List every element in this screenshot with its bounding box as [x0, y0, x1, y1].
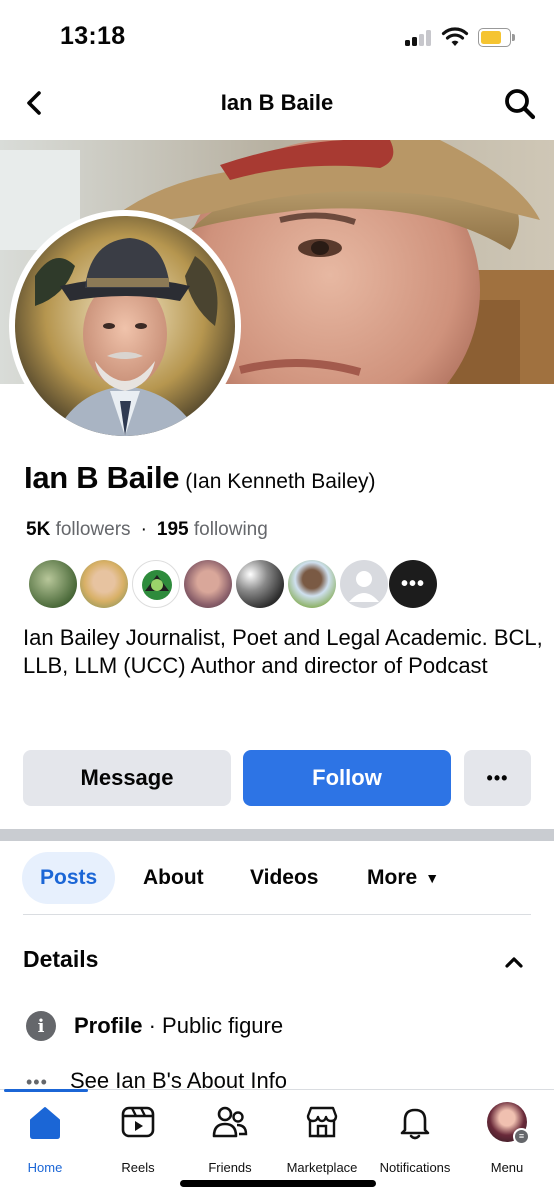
more-options-button[interactable]: •••: [464, 750, 531, 806]
marketplace-icon: [306, 1106, 338, 1138]
profile-name: Ian B Baile: [24, 460, 180, 495]
tab-about[interactable]: About: [143, 852, 204, 904]
tab-more-label: More: [367, 866, 418, 889]
chevron-up-icon[interactable]: [502, 950, 526, 974]
followers-link[interactable]: 5K followers: [26, 519, 131, 540]
follower-avatar[interactable]: [288, 560, 336, 608]
detail-profile-value: · Public figure: [148, 1013, 284, 1038]
follower-avatar[interactable]: [184, 560, 232, 608]
top-nav: Ian B Baile: [0, 72, 554, 138]
nav-friends-label: Friends: [208, 1160, 252, 1175]
nav-home-label: Home: [27, 1160, 63, 1175]
tabs-divider: [23, 914, 531, 915]
section-divider: [0, 829, 554, 841]
nav-reels-label: Reels: [121, 1160, 155, 1175]
profile-name-row: Ian B Baile (Ian Kenneth Bailey): [24, 460, 544, 496]
more-followers-button[interactable]: •••: [389, 560, 437, 608]
caret-down-icon: ▼: [425, 870, 440, 886]
follower-avatar-default[interactable]: [340, 560, 388, 608]
follower-avatars[interactable]: •••: [29, 560, 449, 608]
following-count: 195: [156, 519, 189, 540]
nav-reels[interactable]: Reels: [88, 1102, 188, 1175]
profile-alternate-name: (Ian Kenneth Bailey): [185, 470, 376, 493]
profile-tabs: Posts About Videos More ▼: [0, 852, 554, 904]
nav-home[interactable]: Home: [0, 1102, 95, 1175]
profile-bio: Ian Bailey Journalist, Poet and Legal Ac…: [23, 625, 543, 678]
follower-avatar[interactable]: [80, 560, 128, 608]
follower-avatar[interactable]: [236, 560, 284, 608]
stats-separator: ·: [140, 519, 147, 540]
detail-profile-label: Profile: [74, 1013, 143, 1038]
profile-picture[interactable]: [15, 216, 235, 436]
battery-icon: [478, 28, 515, 47]
active-tab-indicator: [4, 1089, 88, 1092]
tab-videos[interactable]: Videos: [250, 852, 318, 904]
follower-avatar[interactable]: [29, 560, 77, 608]
following-label: following: [193, 519, 268, 540]
status-bar: 13:18: [0, 0, 554, 72]
tab-more[interactable]: More ▼: [367, 852, 439, 904]
cellular-signal-icon: [405, 30, 433, 46]
tab-posts[interactable]: Posts: [22, 852, 116, 904]
nav-friends[interactable]: Friends: [180, 1102, 280, 1175]
followers-count: 5K: [26, 519, 51, 540]
message-button[interactable]: Message: [23, 750, 231, 806]
reels-icon: [121, 1106, 155, 1138]
follow-stats: 5K followers · 195 following: [26, 519, 268, 541]
followers-label: followers: [55, 519, 131, 540]
follow-button[interactable]: Follow: [243, 750, 451, 806]
nav-notifications-label: Notifications: [379, 1160, 451, 1175]
avatar-icon: ≡: [487, 1102, 530, 1145]
home-indicator[interactable]: [180, 1180, 376, 1187]
detail-profile-row: i Profile · Public figure: [26, 1010, 283, 1042]
nav-menu[interactable]: ≡ Menu: [457, 1102, 554, 1175]
page-title: Ian B Baile: [220, 90, 334, 115]
friends-icon: [212, 1106, 248, 1138]
nav-notifications[interactable]: Notifications: [365, 1102, 465, 1175]
bell-icon: [400, 1108, 430, 1140]
home-icon: [30, 1107, 60, 1139]
nav-marketplace[interactable]: Marketplace: [272, 1102, 372, 1175]
info-icon: i: [26, 1011, 56, 1041]
follower-avatar[interactable]: [132, 560, 180, 608]
status-time: 13:18: [60, 22, 126, 50]
following-link[interactable]: 195 following: [157, 519, 268, 540]
nav-menu-label: Menu: [490, 1160, 524, 1175]
wifi-icon: [441, 27, 469, 46]
details-heading: Details: [23, 946, 99, 972]
nav-marketplace-label: Marketplace: [286, 1160, 358, 1175]
search-icon[interactable]: [502, 86, 538, 122]
